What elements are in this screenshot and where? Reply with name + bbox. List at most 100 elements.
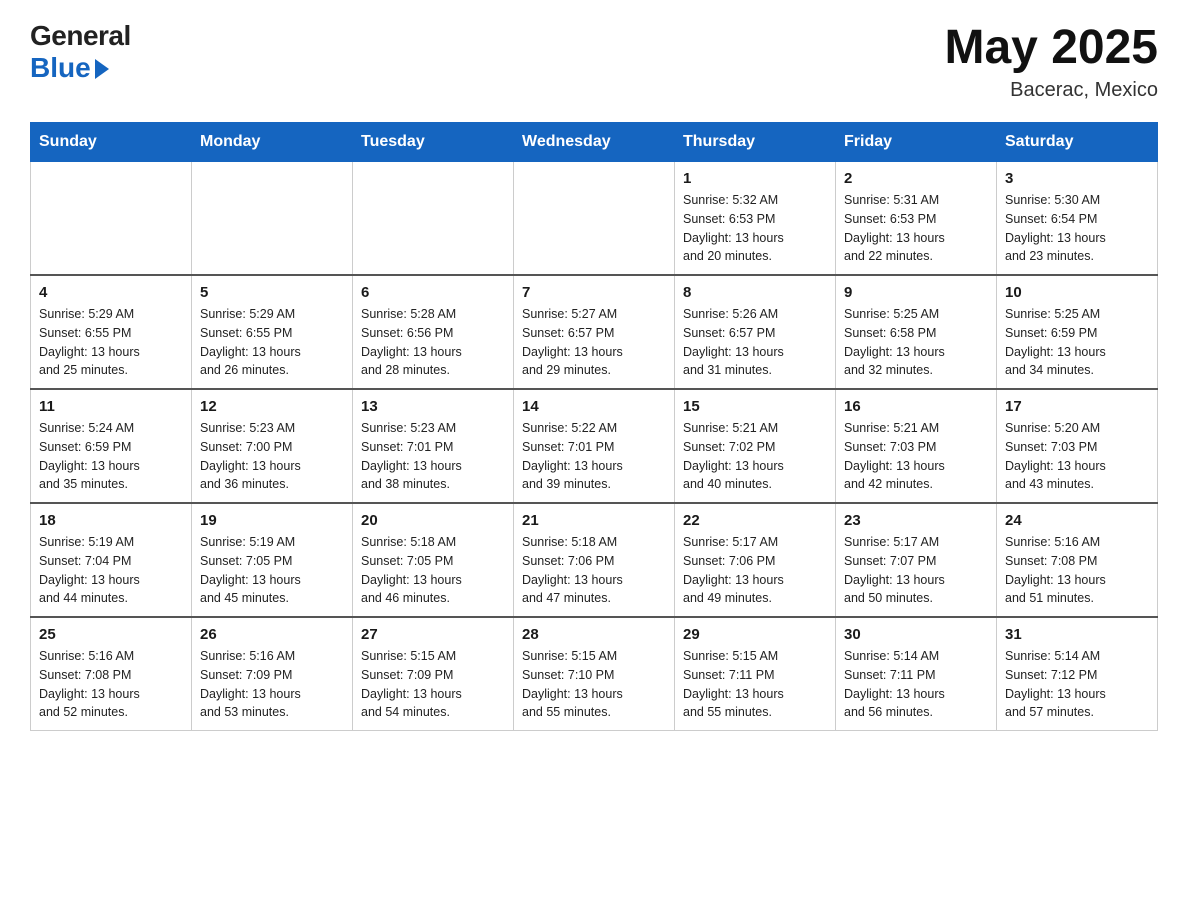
day-info: Sunrise: 5:15 AM Sunset: 7:09 PM Dayligh… bbox=[361, 647, 505, 722]
day-number: 9 bbox=[844, 284, 988, 301]
calendar-cell: 7 Sunrise: 5:27 AM Sunset: 6:57 PM Daylig… bbox=[514, 275, 675, 389]
day-number: 10 bbox=[1005, 284, 1149, 301]
day-number: 23 bbox=[844, 512, 988, 529]
day-number: 4 bbox=[39, 284, 183, 301]
calendar-cell: 18 Sunrise: 5:19 AM Sunset: 7:04 PM Dayli… bbox=[31, 503, 192, 617]
day-info: Sunrise: 5:16 AM Sunset: 7:08 PM Dayligh… bbox=[1005, 533, 1149, 608]
weekday-header-saturday: Saturday bbox=[997, 123, 1158, 162]
calendar-cell: 14 Sunrise: 5:22 AM Sunset: 7:01 PM Dayli… bbox=[514, 389, 675, 503]
day-info: Sunrise: 5:27 AM Sunset: 6:57 PM Dayligh… bbox=[522, 305, 666, 380]
day-info: Sunrise: 5:21 AM Sunset: 7:02 PM Dayligh… bbox=[683, 419, 827, 494]
day-info: Sunrise: 5:17 AM Sunset: 7:07 PM Dayligh… bbox=[844, 533, 988, 608]
day-info: Sunrise: 5:19 AM Sunset: 7:04 PM Dayligh… bbox=[39, 533, 183, 608]
day-info: Sunrise: 5:28 AM Sunset: 6:56 PM Dayligh… bbox=[361, 305, 505, 380]
calendar-header-row: SundayMondayTuesdayWednesdayThursdayFrid… bbox=[31, 123, 1158, 162]
calendar-cell: 26 Sunrise: 5:16 AM Sunset: 7:09 PM Dayli… bbox=[192, 617, 353, 731]
day-number: 3 bbox=[1005, 170, 1149, 187]
calendar-week-row: 18 Sunrise: 5:19 AM Sunset: 7:04 PM Dayli… bbox=[31, 503, 1158, 617]
calendar-cell: 19Sunrise: 5:19 AM Sunset: 7:05 PM Dayli… bbox=[192, 503, 353, 617]
weekday-header-wednesday: Wednesday bbox=[514, 123, 675, 162]
calendar-cell: 22 Sunrise: 5:17 AM Sunset: 7:06 PM Dayli… bbox=[675, 503, 836, 617]
day-info: Sunrise: 5:24 AM Sunset: 6:59 PM Dayligh… bbox=[39, 419, 183, 494]
calendar-cell: 17Sunrise: 5:20 AM Sunset: 7:03 PM Dayli… bbox=[997, 389, 1158, 503]
page-header: General Blue May 2025 Bacerac, Mexico bbox=[30, 20, 1158, 102]
calendar-cell: 28 Sunrise: 5:15 AM Sunset: 7:10 PM Dayli… bbox=[514, 617, 675, 731]
calendar-cell: 10 Sunrise: 5:25 AM Sunset: 6:59 PM Dayli… bbox=[997, 275, 1158, 389]
calendar-cell: 29Sunrise: 5:15 AM Sunset: 7:11 PM Dayli… bbox=[675, 617, 836, 731]
day-number: 18 bbox=[39, 512, 183, 529]
calendar-cell bbox=[31, 162, 192, 276]
calendar-cell: 3 Sunrise: 5:30 AM Sunset: 6:54 PM Daylig… bbox=[997, 162, 1158, 276]
calendar-cell: 30 Sunrise: 5:14 AM Sunset: 7:11 PM Dayli… bbox=[836, 617, 997, 731]
day-number: 14 bbox=[522, 398, 666, 415]
calendar-cell: 21Sunrise: 5:18 AM Sunset: 7:06 PM Dayli… bbox=[514, 503, 675, 617]
logo-general-text: General bbox=[30, 20, 131, 52]
day-info: Sunrise: 5:25 AM Sunset: 6:59 PM Dayligh… bbox=[1005, 305, 1149, 380]
day-number: 24 bbox=[1005, 512, 1149, 529]
calendar-cell: 6 Sunrise: 5:28 AM Sunset: 6:56 PM Daylig… bbox=[353, 275, 514, 389]
calendar-cell bbox=[514, 162, 675, 276]
location-subtitle: Bacerac, Mexico bbox=[945, 79, 1159, 102]
day-info: Sunrise: 5:30 AM Sunset: 6:54 PM Dayligh… bbox=[1005, 191, 1149, 266]
calendar-cell: 20 Sunrise: 5:18 AM Sunset: 7:05 PM Dayli… bbox=[353, 503, 514, 617]
calendar-cell: 12 Sunrise: 5:23 AM Sunset: 7:00 PM Dayli… bbox=[192, 389, 353, 503]
day-number: 7 bbox=[522, 284, 666, 301]
calendar-cell: 2 Sunrise: 5:31 AM Sunset: 6:53 PM Daylig… bbox=[836, 162, 997, 276]
calendar-week-row: 25Sunrise: 5:16 AM Sunset: 7:08 PM Dayli… bbox=[31, 617, 1158, 731]
day-info: Sunrise: 5:23 AM Sunset: 7:00 PM Dayligh… bbox=[200, 419, 344, 494]
day-number: 31 bbox=[1005, 626, 1149, 643]
calendar-cell: 15 Sunrise: 5:21 AM Sunset: 7:02 PM Dayli… bbox=[675, 389, 836, 503]
weekday-header-sunday: Sunday bbox=[31, 123, 192, 162]
calendar-cell: 23 Sunrise: 5:17 AM Sunset: 7:07 PM Dayli… bbox=[836, 503, 997, 617]
day-info: Sunrise: 5:15 AM Sunset: 7:11 PM Dayligh… bbox=[683, 647, 827, 722]
day-info: Sunrise: 5:18 AM Sunset: 7:06 PM Dayligh… bbox=[522, 533, 666, 608]
day-info: Sunrise: 5:32 AM Sunset: 6:53 PM Dayligh… bbox=[683, 191, 827, 266]
calendar-week-row: 11 Sunrise: 5:24 AM Sunset: 6:59 PM Dayli… bbox=[31, 389, 1158, 503]
day-number: 15 bbox=[683, 398, 827, 415]
day-info: Sunrise: 5:26 AM Sunset: 6:57 PM Dayligh… bbox=[683, 305, 827, 380]
day-number: 2 bbox=[844, 170, 988, 187]
day-info: Sunrise: 5:21 AM Sunset: 7:03 PM Dayligh… bbox=[844, 419, 988, 494]
day-info: Sunrise: 5:16 AM Sunset: 7:08 PM Dayligh… bbox=[39, 647, 183, 722]
calendar-cell: 11 Sunrise: 5:24 AM Sunset: 6:59 PM Dayli… bbox=[31, 389, 192, 503]
day-number: 17 bbox=[1005, 398, 1149, 415]
day-info: Sunrise: 5:25 AM Sunset: 6:58 PM Dayligh… bbox=[844, 305, 988, 380]
calendar-cell: 31Sunrise: 5:14 AM Sunset: 7:12 PM Dayli… bbox=[997, 617, 1158, 731]
calendar-cell: 8Sunrise: 5:26 AM Sunset: 6:57 PM Daylig… bbox=[675, 275, 836, 389]
day-number: 22 bbox=[683, 512, 827, 529]
month-year-title: May 2025 bbox=[945, 20, 1159, 75]
calendar-cell: 24 Sunrise: 5:16 AM Sunset: 7:08 PM Dayli… bbox=[997, 503, 1158, 617]
day-info: Sunrise: 5:17 AM Sunset: 7:06 PM Dayligh… bbox=[683, 533, 827, 608]
day-number: 19 bbox=[200, 512, 344, 529]
day-info: Sunrise: 5:29 AM Sunset: 6:55 PM Dayligh… bbox=[39, 305, 183, 380]
weekday-header-thursday: Thursday bbox=[675, 123, 836, 162]
day-number: 20 bbox=[361, 512, 505, 529]
day-number: 12 bbox=[200, 398, 344, 415]
day-info: Sunrise: 5:31 AM Sunset: 6:53 PM Dayligh… bbox=[844, 191, 988, 266]
day-number: 26 bbox=[200, 626, 344, 643]
calendar-cell: 25Sunrise: 5:16 AM Sunset: 7:08 PM Dayli… bbox=[31, 617, 192, 731]
day-number: 11 bbox=[39, 398, 183, 415]
day-number: 5 bbox=[200, 284, 344, 301]
day-number: 28 bbox=[522, 626, 666, 643]
day-number: 27 bbox=[361, 626, 505, 643]
day-number: 30 bbox=[844, 626, 988, 643]
calendar-cell: 4 Sunrise: 5:29 AM Sunset: 6:55 PM Daylig… bbox=[31, 275, 192, 389]
calendar-cell: 1 Sunrise: 5:32 AM Sunset: 6:53 PM Daylig… bbox=[675, 162, 836, 276]
title-block: May 2025 Bacerac, Mexico bbox=[945, 20, 1159, 102]
day-number: 6 bbox=[361, 284, 505, 301]
calendar-cell: 16 Sunrise: 5:21 AM Sunset: 7:03 PM Dayli… bbox=[836, 389, 997, 503]
day-info: Sunrise: 5:18 AM Sunset: 7:05 PM Dayligh… bbox=[361, 533, 505, 608]
logo-blue-text: Blue bbox=[30, 52, 91, 84]
calendar-week-row: 1 Sunrise: 5:32 AM Sunset: 6:53 PM Daylig… bbox=[31, 162, 1158, 276]
day-info: Sunrise: 5:22 AM Sunset: 7:01 PM Dayligh… bbox=[522, 419, 666, 494]
calendar-cell: 9 Sunrise: 5:25 AM Sunset: 6:58 PM Daylig… bbox=[836, 275, 997, 389]
day-info: Sunrise: 5:14 AM Sunset: 7:11 PM Dayligh… bbox=[844, 647, 988, 722]
day-info: Sunrise: 5:16 AM Sunset: 7:09 PM Dayligh… bbox=[200, 647, 344, 722]
calendar-cell bbox=[192, 162, 353, 276]
day-number: 16 bbox=[844, 398, 988, 415]
day-info: Sunrise: 5:15 AM Sunset: 7:10 PM Dayligh… bbox=[522, 647, 666, 722]
day-number: 13 bbox=[361, 398, 505, 415]
logo-arrow-icon bbox=[95, 59, 109, 79]
day-number: 1 bbox=[683, 170, 827, 187]
